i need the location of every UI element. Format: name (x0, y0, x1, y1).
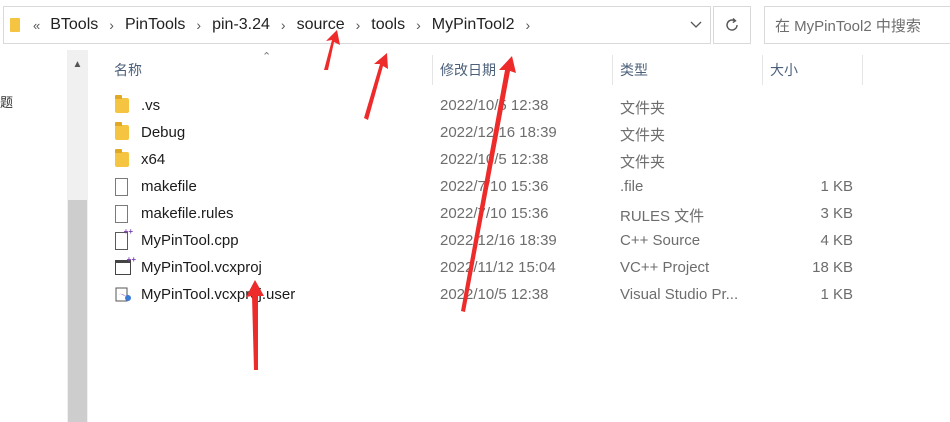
file-date: 2022/10/5 12:38 (440, 151, 549, 168)
file-date: 2022/10/5 12:38 (440, 286, 549, 303)
file-row[interactable]: MyPinTool.vcxproj.user 2022/10/5 12:38 V… (112, 282, 872, 309)
file-row[interactable]: x64 2022/10/5 12:38 文件夹 (112, 147, 872, 174)
chevron-right-icon[interactable]: › (356, 17, 361, 33)
column-divider[interactable] (432, 55, 433, 85)
folder-icon (115, 149, 129, 167)
file-name: makefile (141, 178, 197, 195)
vcxproj-icon (115, 255, 136, 275)
file-type: C++ Source (620, 232, 701, 249)
file-type: 文件夹 (620, 154, 666, 171)
file-row[interactable]: MyPinTool.vcxproj 2022/11/12 15:04 VC++ … (112, 255, 872, 282)
breadcrumb-btools[interactable]: BTools (50, 16, 98, 34)
folder-icon (10, 18, 20, 32)
file-row[interactable]: makefile 2022/7/10 15:36 .file 1 KB (112, 174, 872, 201)
visual-studio-user-icon (115, 286, 132, 303)
file-name: .vs (141, 97, 161, 114)
chevron-down-icon (690, 21, 702, 28)
file-row[interactable]: makefile.rules 2022/7/10 15:36 RULES 文件 … (112, 201, 872, 228)
breadcrumb-mypintool2[interactable]: MyPinTool2 (432, 16, 515, 34)
file-size: 1 KB (820, 178, 853, 195)
file-type: RULES 文件 (620, 208, 705, 225)
file-icon (115, 178, 128, 196)
file-row[interactable]: .vs 2022/10/5 12:38 文件夹 (112, 93, 872, 120)
scroll-up-icon[interactable]: ▲ (67, 56, 88, 72)
file-date: 2022/7/10 15:36 (440, 178, 549, 195)
chevron-right-icon[interactable]: › (525, 17, 530, 33)
file-type: Visual Studio Pr... (620, 286, 739, 303)
file-date: 2022/12/16 18:39 (440, 124, 557, 141)
breadcrumb-source[interactable]: source (297, 16, 345, 34)
column-header-date[interactable]: 修改日期 (440, 55, 610, 85)
cpp-file-icon (115, 227, 133, 250)
nav-pane-item[interactable]: 题 (0, 92, 13, 111)
file-size: 4 KB (820, 232, 853, 249)
search-input[interactable]: 在 MyPinTool2 中搜索 (764, 6, 950, 44)
breadcrumb-pin-3-24[interactable]: pin-3.24 (212, 16, 270, 34)
column-header-type[interactable]: 类型 (620, 55, 760, 85)
breadcrumb-pintools[interactable]: PinTools (125, 16, 185, 34)
file-name: MyPinTool.cpp (141, 232, 239, 249)
file-name: MyPinTool.vcxproj.user (141, 286, 296, 303)
file-type: 文件夹 (620, 100, 666, 117)
column-header-name[interactable]: 名称 (114, 55, 428, 85)
nav-scrollbar[interactable]: ▲ (67, 50, 88, 422)
file-type: 文件夹 (620, 127, 666, 144)
file-date: 2022/12/16 18:39 (440, 232, 557, 249)
file-date: 2022/7/10 15:36 (440, 205, 549, 222)
chevron-right-icon[interactable]: › (196, 17, 201, 33)
refresh-icon (726, 17, 738, 31)
scroll-thumb[interactable] (68, 200, 87, 422)
file-name: MyPinTool.vcxproj (141, 259, 262, 276)
address-history-dropdown[interactable] (681, 6, 711, 44)
search-placeholder: 在 MyPinTool2 中搜索 (775, 17, 921, 35)
breadcrumb-tools[interactable]: tools (371, 16, 405, 34)
file-row[interactable]: Debug 2022/12/16 18:39 文件夹 (112, 120, 872, 147)
column-divider[interactable] (862, 55, 863, 85)
column-divider[interactable] (612, 55, 613, 85)
folder-icon (115, 95, 129, 113)
file-date: 2022/10/5 12:38 (440, 97, 549, 114)
chevron-right-icon[interactable]: › (109, 17, 114, 33)
address-bar[interactable]: « BTools › PinTools › pin-3.24 › source … (3, 6, 711, 44)
file-date: 2022/11/12 15:04 (440, 259, 556, 276)
refresh-button[interactable] (713, 6, 751, 44)
file-name: Debug (141, 124, 186, 141)
file-size: 1 KB (820, 286, 853, 303)
file-type: VC++ Project (620, 259, 710, 276)
chevron-right-icon[interactable]: › (281, 17, 286, 33)
file-row[interactable]: MyPinTool.cpp 2022/12/16 18:39 C++ Sourc… (112, 227, 872, 255)
file-icon (115, 205, 128, 223)
overflow-chevron-icon[interactable]: « (33, 18, 40, 33)
column-header-size[interactable]: 大小 (770, 55, 860, 85)
file-name: makefile.rules (141, 205, 234, 222)
folder-icon (115, 122, 129, 140)
chevron-right-icon[interactable]: › (416, 17, 421, 33)
file-size: 18 KB (812, 259, 853, 276)
file-name: x64 (141, 151, 166, 168)
file-type: .file (620, 178, 644, 195)
file-size: 3 KB (820, 205, 853, 222)
column-divider[interactable] (762, 55, 763, 85)
